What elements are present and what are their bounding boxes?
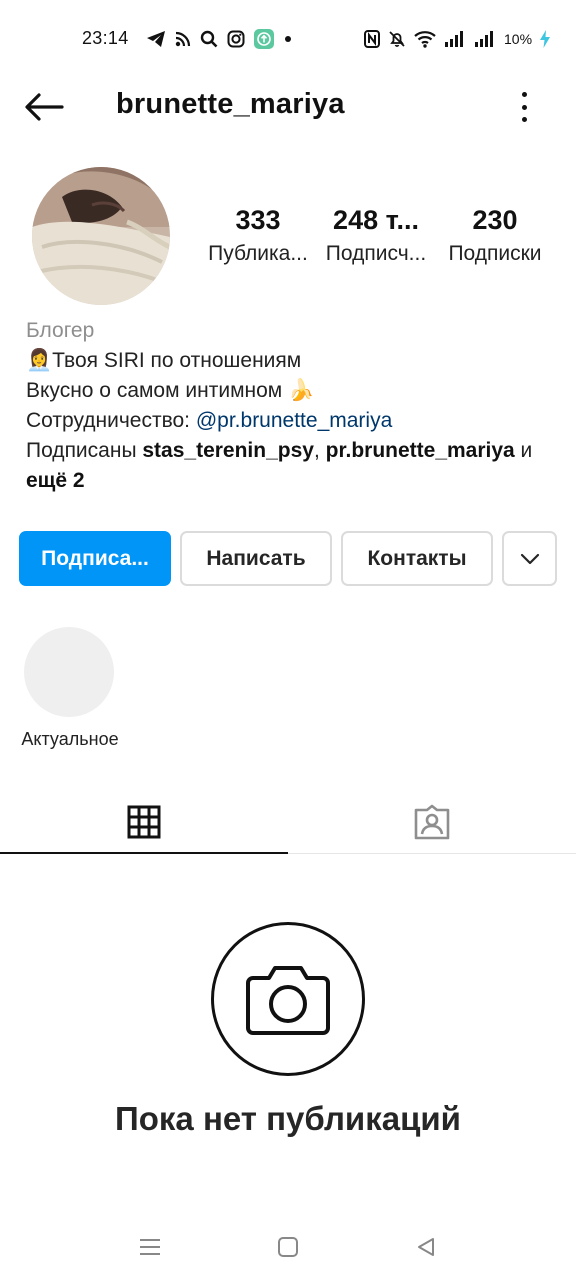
tab-tagged[interactable] <box>288 790 576 854</box>
active-tab-indicator <box>0 852 288 854</box>
status-system-icons: 10% <box>364 28 551 50</box>
empty-state-circle <box>211 922 365 1076</box>
bio-line-text: Вкусно о самом интимном <box>26 379 283 402</box>
camera-icon <box>246 966 330 1035</box>
square-icon <box>278 1237 298 1257</box>
profile-username: brunette_mariya <box>116 88 345 120</box>
dot-icon <box>283 34 293 44</box>
woman-office-emoji-icon: 👩‍💼 <box>26 349 53 372</box>
stat-followers[interactable]: 248 т... Подписч... <box>318 203 434 271</box>
bio-mention-link[interactable]: @pr.brunette_mariya <box>196 409 392 432</box>
triangle-back-icon <box>418 1238 434 1256</box>
upload-app-icon <box>254 29 274 49</box>
stat-following-count: 230 <box>472 205 518 235</box>
nav-home-button[interactable] <box>268 1232 308 1262</box>
highlight-label: Актуальное <box>21 729 119 749</box>
message-button[interactable]: Написать <box>180 531 332 586</box>
wifi-icon <box>414 30 436 48</box>
instagram-icon <box>227 30 245 48</box>
stat-followers-count: 248 т... <box>333 205 419 235</box>
followed-by-name: pr.brunette_mariya <box>325 439 515 462</box>
grid-icon <box>127 805 161 839</box>
bio-line: 👩‍💼Твоя SIRI по отношениям <box>26 346 556 376</box>
bio-line-text: Сотрудничество: <box>26 409 196 432</box>
followed-by[interactable]: Подписаны stas_terenin_psy, pr.brunette_… <box>26 436 556 496</box>
followed-by-more: ещё 2 <box>26 469 85 492</box>
banana-emoji-icon: 🍌 <box>288 379 315 402</box>
highlight-circle[interactable] <box>24 627 114 717</box>
status-time: 23:14 <box>82 28 129 48</box>
back-button[interactable] <box>24 90 66 124</box>
system-nav-bar <box>0 1212 576 1280</box>
telegram-icon <box>146 30 166 48</box>
contacts-button[interactable]: Контакты <box>341 531 493 586</box>
tagged-icon <box>414 804 450 840</box>
chevron-down-icon <box>520 553 539 564</box>
rss-icon <box>175 31 191 47</box>
menu-icon <box>140 1239 160 1255</box>
nav-menu-button[interactable] <box>130 1232 170 1262</box>
signal-icon <box>474 30 496 48</box>
search-icon <box>200 30 218 48</box>
empty-state-text: Пока нет публикаций <box>115 1100 461 1137</box>
bio-line: Вкусно о самом интимном 🍌 <box>26 376 556 406</box>
more-options-button[interactable] <box>512 90 536 124</box>
followed-by-name: stas_terenin_psy <box>142 439 314 462</box>
more-dot-icon <box>521 92 527 97</box>
suggested-accounts-button[interactable] <box>502 531 557 586</box>
mute-icon <box>388 30 406 48</box>
profile-bio: Блогер 👩‍💼Твоя SIRI по отношениям Вкусно… <box>26 316 556 496</box>
nfc-icon <box>364 30 380 48</box>
charging-icon <box>540 30 551 48</box>
signal-icon <box>444 30 466 48</box>
nav-back-button[interactable] <box>406 1232 446 1262</box>
more-dot-icon <box>521 117 527 122</box>
stat-posts-count: 333 <box>235 205 281 235</box>
followed-by-prefix: Подписаны <box>26 439 143 462</box>
tab-posts-grid[interactable] <box>0 790 288 854</box>
stat-following[interactable]: 230 Подписки <box>436 203 554 271</box>
tab-divider <box>288 853 576 854</box>
status-bar: 23:14 10% <box>0 0 576 76</box>
bio-line-text: Твоя SIRI по отношениям <box>52 349 302 372</box>
followed-by-separator: , <box>313 439 326 462</box>
more-dot-icon <box>521 104 527 110</box>
stat-following-label: Подписки <box>448 242 542 265</box>
profile-stats: 333 Публика... 248 т... Подписч... 230 П… <box>0 203 576 273</box>
bio-line: Сотрудничество: @pr.brunette_mariya <box>26 406 556 436</box>
stat-followers-label: Подписч... <box>325 242 427 265</box>
profile-header: brunette_mariya <box>0 76 576 138</box>
stat-posts-label: Публика... <box>208 242 308 265</box>
status-notification-icons <box>146 28 293 50</box>
battery-percent: 10% <box>504 31 533 47</box>
bio-category: Блогер <box>26 319 95 342</box>
stat-posts[interactable]: 333 Публика... <box>200 203 316 271</box>
follow-button[interactable]: Подписа... <box>19 531 171 586</box>
arrow-left-icon <box>25 93 64 121</box>
followed-by-and: и <box>514 439 533 462</box>
